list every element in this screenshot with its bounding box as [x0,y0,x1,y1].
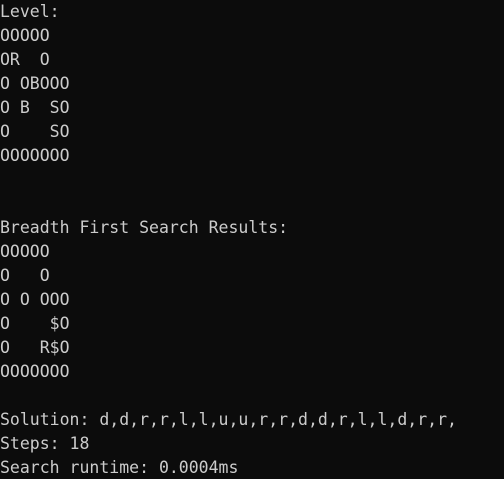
bfs-section: Breadth First Search Results: OOOOO O O … [0,216,504,384]
bfs-row-1: OOOOO [0,242,50,261]
bfs-row-3: O O OOO [0,290,70,309]
bfs-header: Breadth First Search Results: [0,218,289,237]
summary-section: Solution: d,d,r,r,l,l,u,u,r,r,d,d,r,l,l,… [0,408,504,479]
console-window: Level: OOOOO OR O O OBOOO O B SO O SO OO… [0,0,504,479]
bfs-row-4: O $O [0,314,70,333]
level-row-3: O OBOOO [0,74,70,93]
level-row-4: O B SO [0,98,70,117]
level-section: Level: OOOOO OR O O OBOOO O B SO O SO OO… [0,0,504,168]
level-row-5: O SO [0,122,70,141]
bfs-row-6: OOOOOOO [0,362,70,381]
steps-line: Steps: 18 [0,434,90,453]
runtime-line: Search runtime: 0.0004ms [0,458,239,477]
bfs-row-5: O R$O [0,338,70,357]
bfs-row-2: O O [0,266,50,285]
level-header: Level: [0,2,60,21]
level-row-2: OR O [0,50,50,69]
level-row-1: OOOOO [0,26,50,45]
solution-line: Solution: d,d,r,r,l,l,u,u,r,r,d,d,r,l,l,… [0,410,457,429]
level-row-6: OOOOOOO [0,146,70,165]
